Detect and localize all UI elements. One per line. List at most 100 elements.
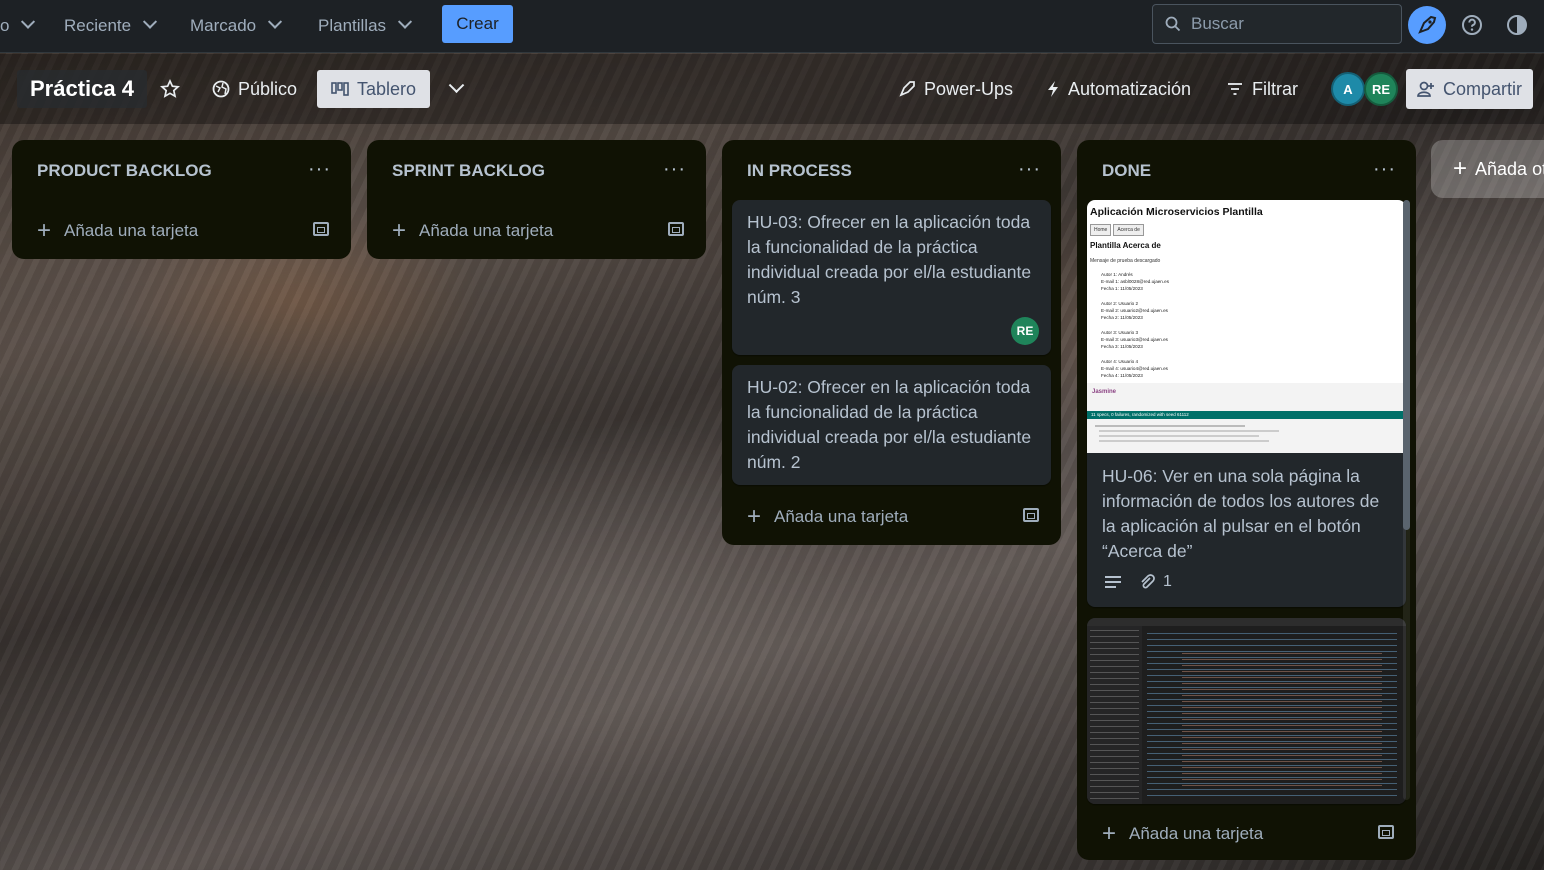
nav-starred-label: Marcado — [190, 16, 257, 35]
add-card-button[interactable]: + Añada una tarjeta — [734, 499, 1049, 535]
avatar[interactable]: RE — [1364, 72, 1398, 106]
list-sprint-backlog: SPRINT BACKLOG ··· + Añada una tarjeta — [367, 140, 706, 259]
avatar-initials: A — [1343, 81, 1353, 97]
add-card-label: Añada una tarjeta — [64, 221, 199, 240]
avatar[interactable]: A — [1331, 72, 1365, 106]
plus-icon: + — [746, 503, 761, 530]
plus-icon: + — [1453, 155, 1468, 182]
template-icon[interactable] — [1023, 508, 1039, 522]
filter-icon — [1228, 83, 1242, 95]
cover-email: E-mail 2: usuario2@red.ujaen.es — [1101, 308, 1168, 313]
powerups-button[interactable]: Power-Ups — [888, 70, 1023, 108]
list-menu-button[interactable]: ··· — [663, 158, 686, 181]
chevron-down-icon — [397, 14, 413, 29]
top-navigation: o Reciente Marcado Plantillas Crear — [0, 0, 1544, 53]
template-icon[interactable] — [1378, 825, 1394, 839]
filter-label: Filtrar — [1252, 78, 1298, 99]
list-in-process: IN PROCESS ··· HU-03: Ofrecer en la apli… — [722, 140, 1061, 545]
help-icon — [1462, 15, 1482, 35]
description-icon — [1105, 576, 1121, 588]
add-card-label: Añada una tarjeta — [419, 221, 554, 240]
card[interactable]: Aplicación Microservicios Plantilla Home… — [1087, 200, 1406, 607]
card-cover-code-screenshot — [1087, 618, 1406, 804]
cover-email: E-mail 4: usuario4@red.ujaen.es — [1101, 366, 1168, 371]
list-menu-button[interactable]: ··· — [1373, 158, 1396, 181]
board-title[interactable]: Práctica 4 — [17, 70, 147, 108]
workspaces-menu[interactable]: o — [0, 10, 39, 42]
cover-email: E-mail 3: usuario3@red.ujaen.es — [1101, 337, 1168, 342]
chevron-down-icon — [21, 14, 36, 29]
cover-authors: Autor 1: Andrés E-mail 1: asbl0028@red.u… — [1101, 271, 1169, 379]
automation-label: Automatización — [1068, 78, 1192, 99]
card[interactable] — [1087, 618, 1406, 804]
cover-date: Fecha 2: 11/05/2023 — [1101, 315, 1143, 320]
add-person-icon — [1417, 81, 1434, 97]
add-list-label: Añada ot — [1475, 158, 1544, 179]
list-scrollbar[interactable] — [1403, 200, 1410, 800]
paperclip-icon — [1141, 574, 1155, 589]
contrast-icon — [1507, 15, 1527, 35]
cover-heading: Plantilla Acerca de — [1090, 241, 1161, 250]
template-icon[interactable] — [668, 222, 684, 236]
nav-templates[interactable]: Plantillas — [312, 10, 416, 42]
scrollbar-thumb[interactable] — [1403, 200, 1410, 530]
list-title[interactable]: SPRINT BACKLOG — [392, 161, 545, 181]
theme-button[interactable] — [1498, 6, 1536, 44]
view-label: Tablero — [356, 78, 417, 99]
star-button[interactable] — [150, 70, 190, 108]
template-icon[interactable] — [313, 222, 329, 236]
notifications-button[interactable] — [1408, 6, 1446, 44]
list-title[interactable]: DONE — [1102, 161, 1151, 181]
chevron-down-icon — [268, 14, 283, 29]
visibility-button[interactable]: Público — [202, 70, 307, 108]
filter-button[interactable]: Filtrar — [1216, 70, 1308, 108]
cover-author: Autor 2: Usuario 2 — [1101, 301, 1139, 306]
create-button[interactable]: Crear — [442, 5, 513, 43]
card-title: HU-02: Ofrecer en la aplicación toda la … — [747, 377, 1032, 472]
search-input[interactable] — [1191, 14, 1391, 34]
card[interactable]: HU-02: Ofrecer en la aplicación toda la … — [732, 365, 1051, 485]
search-box[interactable] — [1152, 4, 1402, 44]
add-card-button[interactable]: + Añada una tarjeta — [1089, 816, 1404, 852]
list-menu-button[interactable]: ··· — [308, 158, 331, 181]
nav-templates-label: Plantillas — [318, 16, 387, 35]
cover-date: Fecha 4: 11/05/2023 — [1101, 373, 1143, 378]
visibility-label: Público — [238, 78, 298, 99]
workspaces-label: o — [0, 16, 10, 35]
list-title[interactable]: PRODUCT BACKLOG — [37, 161, 212, 181]
nav-recent[interactable]: Reciente — [58, 10, 161, 42]
board-view-icon — [331, 82, 349, 96]
cover-about-button: Acerca de — [1113, 224, 1144, 236]
list-done: DONE ··· Aplicación Microservicios Plant… — [1077, 140, 1416, 860]
add-list-button[interactable]: + Añada ot — [1431, 140, 1544, 198]
share-button[interactable]: Compartir — [1406, 69, 1533, 109]
cover-jasmine-logo: Jasmine — [1092, 389, 1117, 395]
rocket-icon — [899, 81, 915, 97]
cover-specs-bar: 11 specs, 0 failures, randomized with se… — [1087, 411, 1406, 419]
lightning-icon — [1048, 81, 1058, 97]
cover-home-button: Home — [1090, 224, 1112, 236]
cover-author: Autor 4: Usuario 4 — [1101, 359, 1139, 364]
view-board-button[interactable]: Tablero — [317, 70, 430, 108]
globe-icon — [212, 80, 230, 98]
card-member-avatar[interactable]: RE — [1011, 317, 1039, 345]
share-label: Compartir — [1442, 78, 1522, 99]
view-switcher-button[interactable] — [438, 70, 474, 108]
help-button[interactable] — [1453, 6, 1491, 44]
cover-author: Autor 1: Andrés — [1101, 272, 1133, 277]
cover-message: Mensaje de prueba descargado — [1090, 258, 1161, 264]
plus-icon: + — [36, 217, 51, 244]
list-product-backlog: PRODUCT BACKLOG ··· + Añada una tarjeta — [12, 140, 351, 259]
card[interactable]: HU-03: Ofrecer en la aplicación toda la … — [732, 200, 1051, 355]
automation-button[interactable]: Automatización — [1036, 70, 1201, 108]
add-card-button[interactable]: + Añada una tarjeta — [379, 213, 694, 249]
cover-date: Fecha 1: 11/05/2023 — [1101, 286, 1143, 291]
nav-starred[interactable]: Marcado — [184, 10, 286, 42]
nav-recent-label: Reciente — [64, 16, 132, 35]
add-card-button[interactable]: + Añada una tarjeta — [24, 213, 339, 249]
cover-date: Fecha 3: 11/05/2023 — [1101, 344, 1143, 349]
card-title: HU-03: Ofrecer en la aplicación toda la … — [747, 212, 1032, 307]
list-menu-button[interactable]: ··· — [1018, 158, 1041, 181]
attachment-count: 1 — [1163, 573, 1172, 590]
list-title[interactable]: IN PROCESS — [747, 161, 852, 181]
